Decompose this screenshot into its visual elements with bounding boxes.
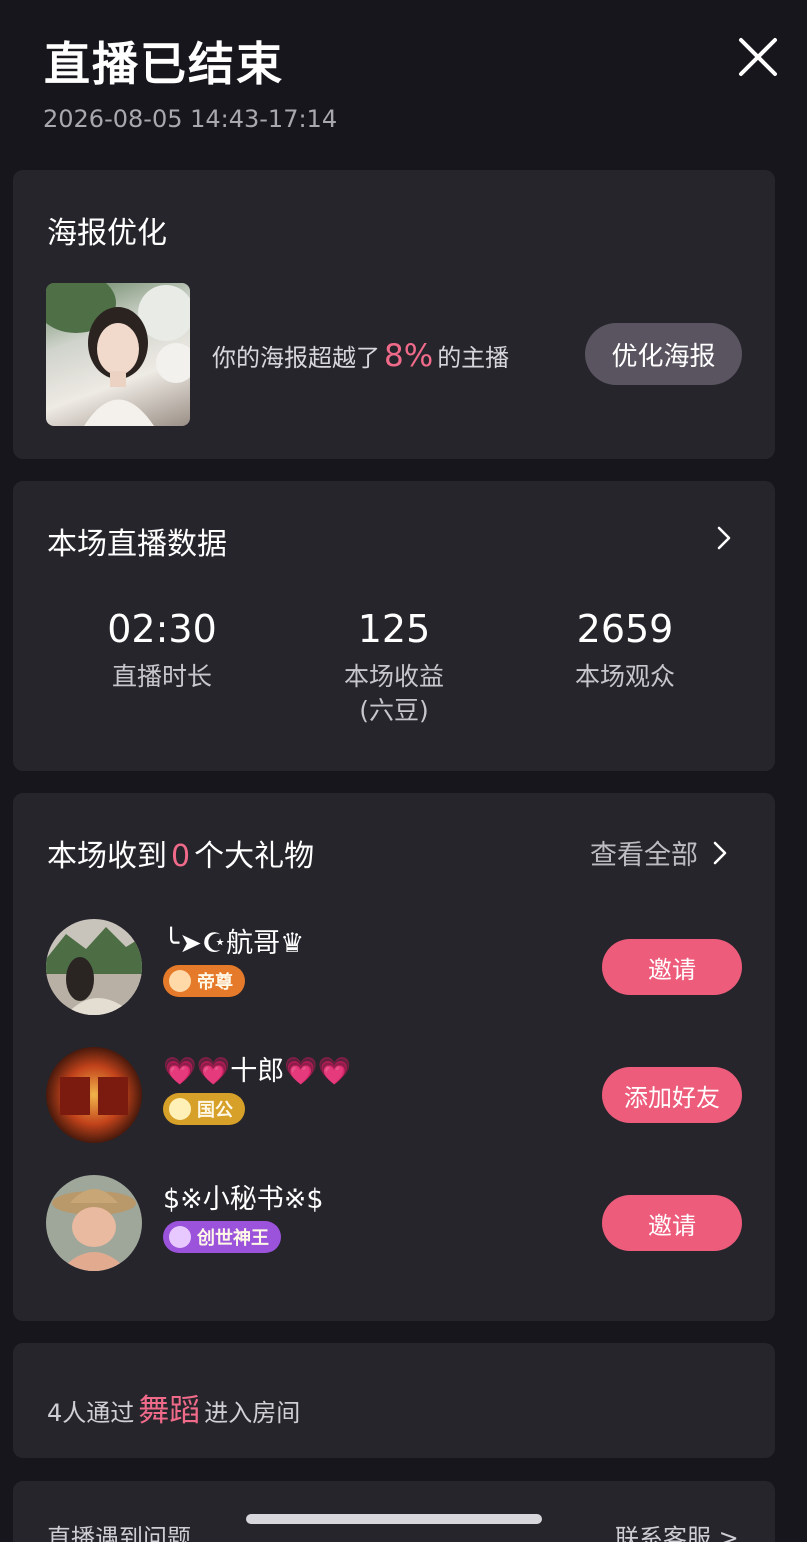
crown-icon bbox=[169, 970, 191, 992]
stat-label: 本场观众 bbox=[574, 662, 675, 691]
avatar[interactable] bbox=[46, 1175, 142, 1271]
close-icon[interactable] bbox=[735, 34, 781, 80]
shield-icon bbox=[169, 1226, 191, 1248]
poster-desc-prefix: 你的海报超越了 bbox=[212, 344, 380, 372]
chevron-right-icon[interactable] bbox=[714, 525, 734, 551]
poster-percent: 8% bbox=[384, 338, 434, 374]
entry-prefix: 4人通过 bbox=[47, 1399, 135, 1427]
badge-label: 创世神王 bbox=[197, 1228, 269, 1249]
add-friend-button[interactable]: 添加好友 bbox=[602, 1067, 742, 1123]
view-all-label: 查看全部 bbox=[590, 840, 698, 871]
poster-optimize-card: 海报优化 你的海报超越了 8% 的主播 优化海报 bbox=[13, 170, 775, 459]
contact-support-link[interactable]: 联系客服 > bbox=[615, 1518, 739, 1542]
invite-button[interactable]: 邀请 bbox=[602, 939, 742, 995]
view-all-link[interactable]: 查看全部 bbox=[590, 833, 730, 872]
optimize-poster-button[interactable]: 优化海报 bbox=[585, 323, 742, 385]
avatar[interactable] bbox=[46, 919, 142, 1015]
user-name: ╰➤☪航哥♛ bbox=[163, 928, 305, 959]
stat-label: 本场收益 bbox=[343, 662, 444, 691]
stat-label: 直播时长 bbox=[111, 662, 212, 691]
user-name: $※小秘书※$ bbox=[163, 1184, 324, 1215]
badge-label: 帝尊 bbox=[197, 972, 233, 993]
entry-source-text: 4人通过 舞蹈 进入房间 bbox=[47, 1385, 300, 1430]
gifts-title-suffix: 个大礼物 bbox=[194, 839, 315, 874]
gift-user-row[interactable]: ╰➤☪航哥♛ 帝尊 邀请 bbox=[13, 919, 775, 1019]
stat-earnings: 125 本场收益 (六豆) bbox=[284, 606, 504, 728]
medal-icon bbox=[169, 1098, 191, 1120]
badge-label: 国公 bbox=[197, 1100, 233, 1121]
gift-count: 0 bbox=[171, 839, 191, 874]
stat-value: 02:30 bbox=[107, 607, 217, 651]
avatar[interactable] bbox=[46, 1047, 142, 1143]
entry-source-card: 4人通过 舞蹈 进入房间 bbox=[13, 1343, 775, 1458]
stat-duration: 02:30 直播时长 bbox=[52, 606, 272, 694]
entry-source: 舞蹈 bbox=[138, 1393, 201, 1429]
stat-value: 125 bbox=[357, 607, 431, 651]
rank-badge: 创世神王 bbox=[163, 1221, 281, 1253]
entry-suffix: 进入房间 bbox=[204, 1399, 301, 1427]
stats-card-title: 本场直播数据 bbox=[47, 527, 227, 562]
stat-value: 2659 bbox=[576, 607, 674, 651]
rank-badge: 帝尊 bbox=[163, 965, 245, 997]
help-text: 直播遇到问题 bbox=[47, 1524, 191, 1542]
home-indicator bbox=[246, 1514, 542, 1524]
rank-badge: 国公 bbox=[163, 1093, 245, 1125]
live-time-range: 2026-08-05 14:43-17:14 bbox=[43, 105, 338, 133]
gift-user-row[interactable]: $※小秘书※$ 创世神王 邀请 bbox=[13, 1175, 775, 1275]
gifts-card-title: 本场收到 0 个大礼物 bbox=[47, 831, 314, 875]
big-gifts-card: 本场收到 0 个大礼物 查看全部 ╰➤☪航哥♛ 帝尊 邀请 💗💗十郎💗💗 国公 … bbox=[13, 793, 775, 1321]
page-title: 直播已结束 bbox=[44, 37, 284, 91]
invite-button[interactable]: 邀请 bbox=[602, 1195, 742, 1251]
help-card: 直播遇到问题 联系客服 > bbox=[13, 1481, 775, 1542]
poster-rank-text: 你的海报超越了 8% 的主播 bbox=[212, 338, 509, 374]
live-stats-card[interactable]: 本场直播数据 02:30 直播时长 125 本场收益 (六豆) 2659 本场观… bbox=[13, 481, 775, 771]
poster-desc-suffix: 的主播 bbox=[437, 344, 510, 372]
gifts-title-prefix: 本场收到 bbox=[47, 839, 167, 874]
poster-thumbnail[interactable] bbox=[46, 283, 190, 426]
stat-unit: (六豆) bbox=[359, 696, 429, 725]
gift-user-row[interactable]: 💗💗十郎💗💗 国公 添加好友 bbox=[13, 1047, 775, 1147]
user-name: 💗💗十郎💗💗 bbox=[163, 1056, 352, 1087]
page-header: 直播已结束 2026-08-05 14:43-17:14 bbox=[0, 0, 807, 170]
poster-card-title: 海报优化 bbox=[47, 216, 167, 251]
chevron-right-icon bbox=[713, 841, 727, 864]
stat-audience: 2659 本场观众 bbox=[515, 606, 735, 694]
